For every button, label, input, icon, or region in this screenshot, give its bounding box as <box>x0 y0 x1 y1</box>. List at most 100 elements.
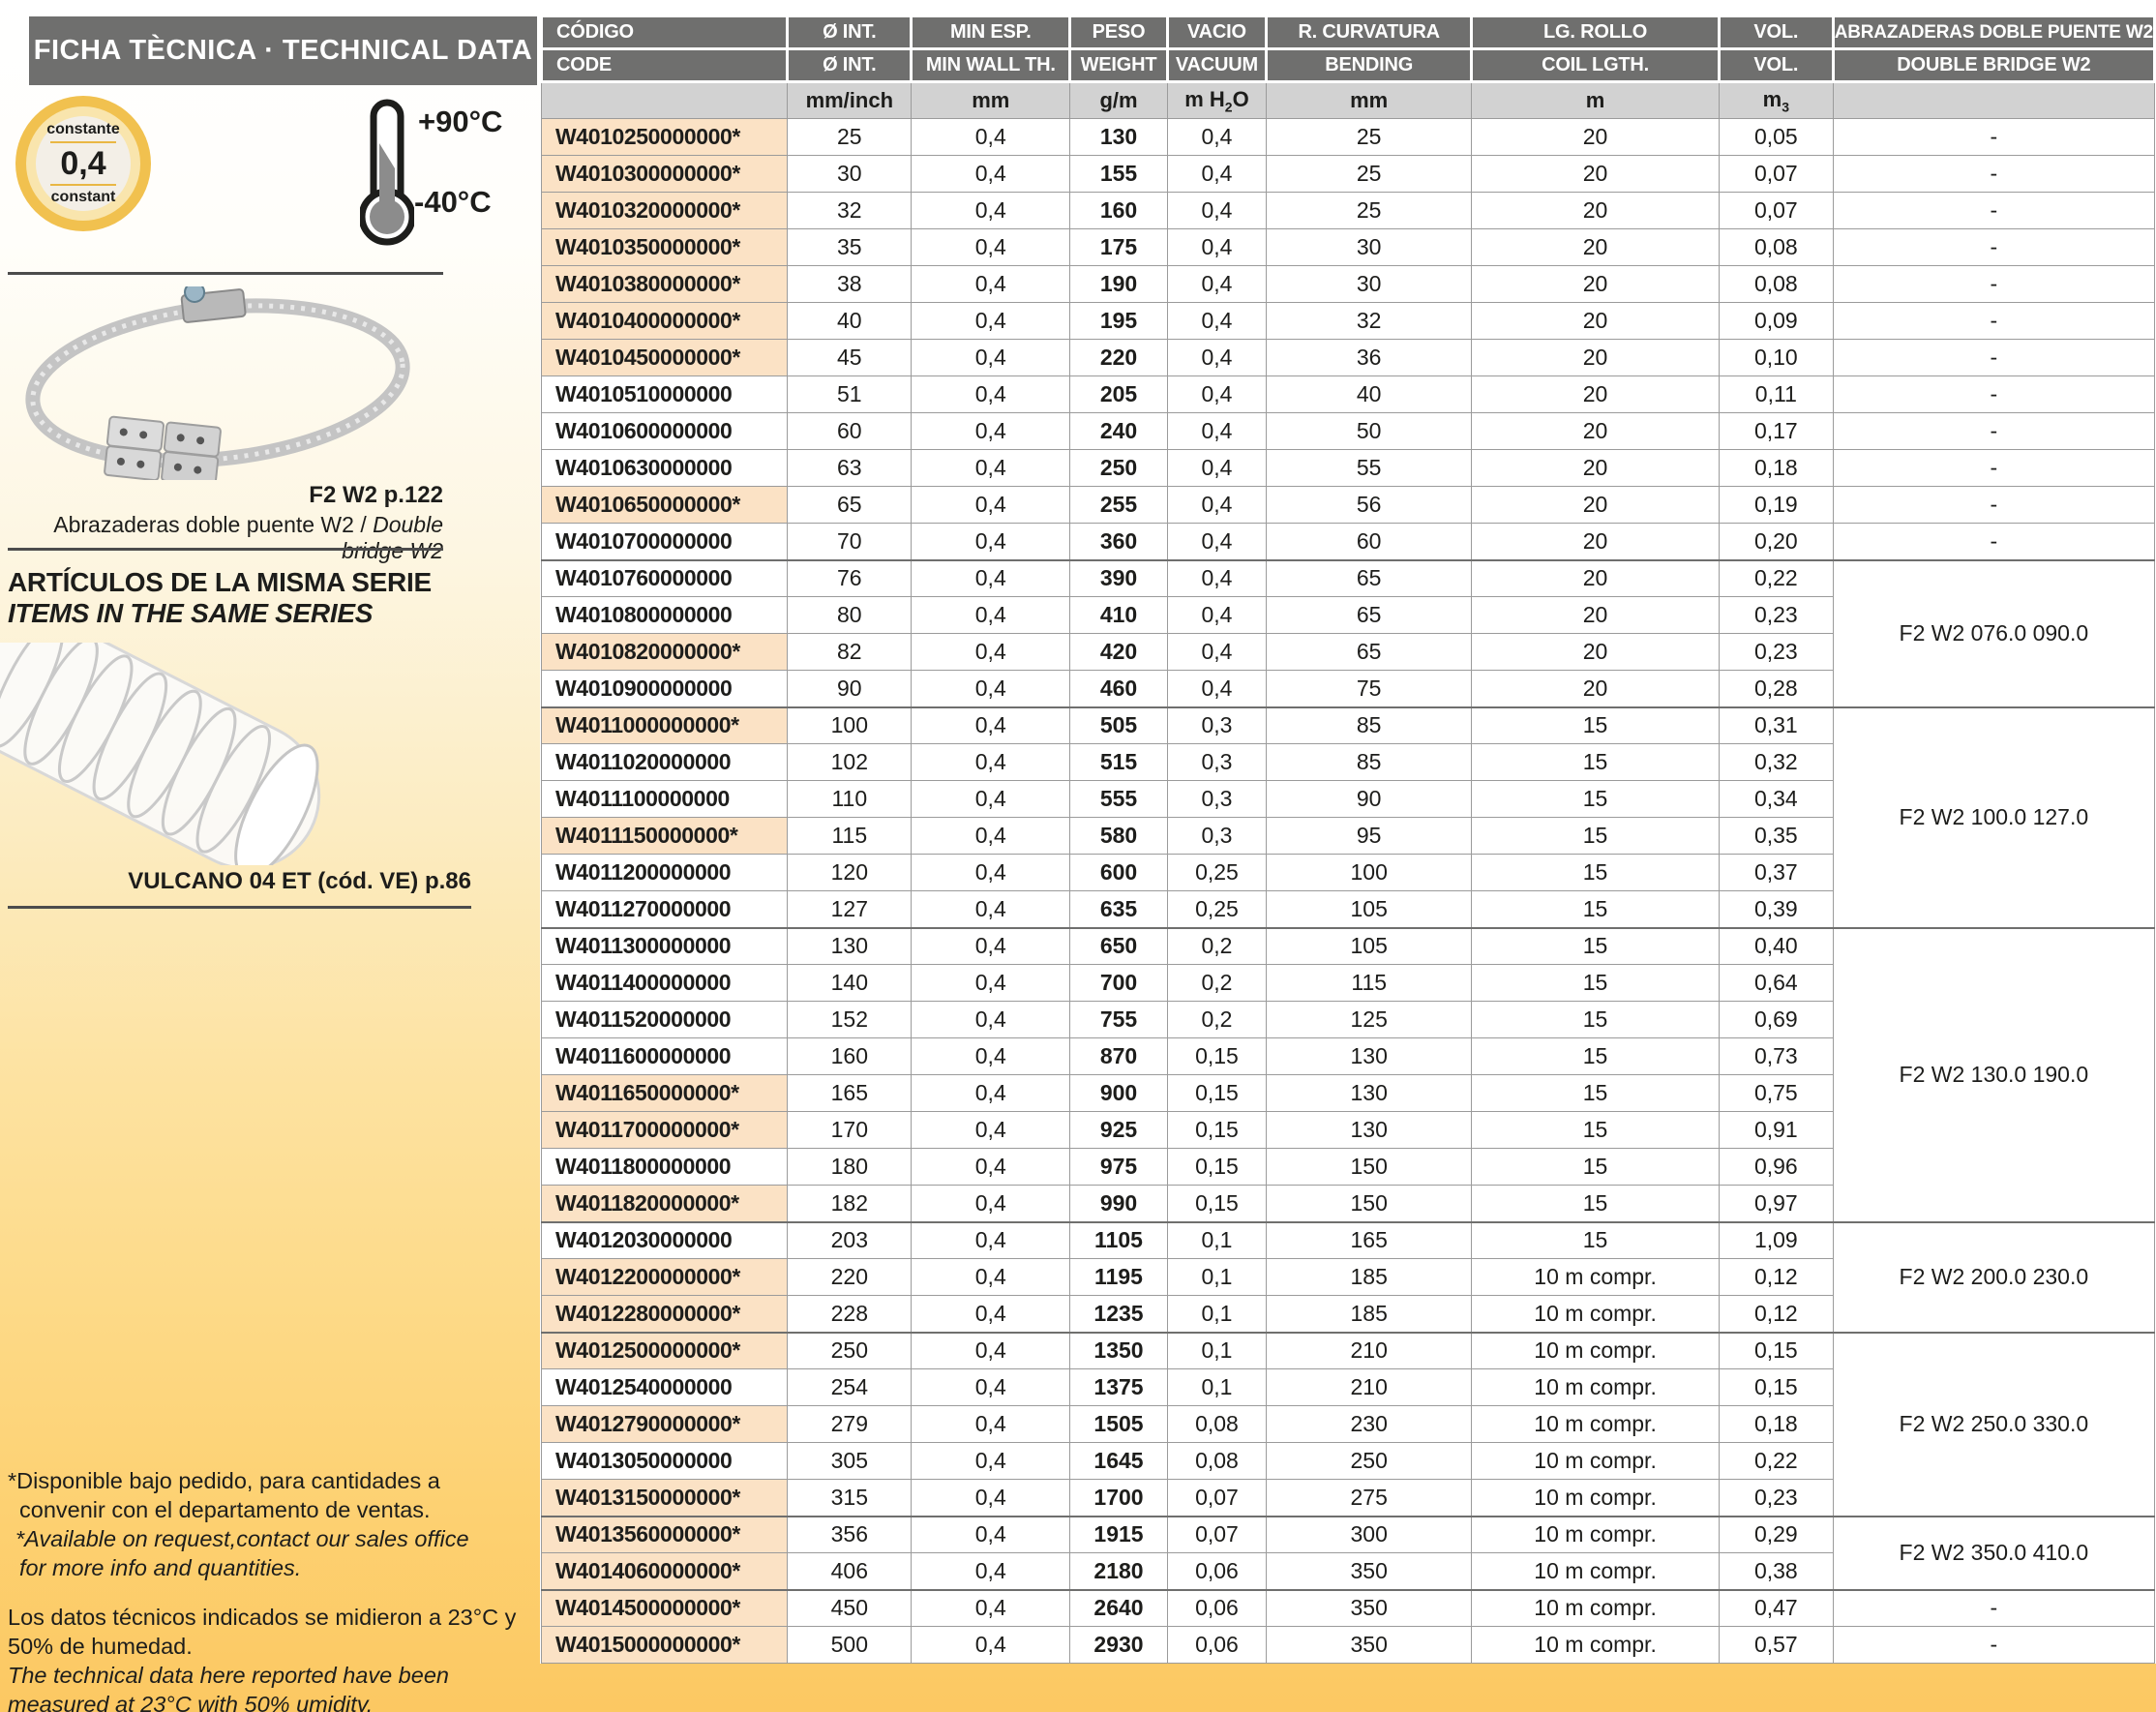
clamp-ref-title: F2 W2 p.122 <box>8 482 443 509</box>
cell-vol: 0,31 <box>1719 707 1833 744</box>
table-row: W4010350000000*350,41750,430200,08- <box>542 229 2155 266</box>
constant-badge-ring: constante 0,4 constant <box>26 106 140 221</box>
cell-coil: 20 <box>1472 119 1720 156</box>
cell-weight: 195 <box>1070 303 1167 340</box>
unit-volume: m3 <box>1719 82 1833 119</box>
cell-bending: 300 <box>1267 1517 1472 1553</box>
cell-bending: 65 <box>1267 597 1472 634</box>
table-row: W4010250000000*250,41300,425200,05- <box>542 119 2155 156</box>
cell-diameter: 80 <box>788 597 912 634</box>
col-header-codigo: CÓDIGO <box>542 16 788 49</box>
cell-diameter: 60 <box>788 413 912 450</box>
cell-vacuum: 0,25 <box>1167 855 1267 891</box>
cell-coil: 10 m compr. <box>1472 1627 1720 1664</box>
cell-code: W4012500000000* <box>542 1333 788 1369</box>
cell-vacuum: 0,4 <box>1167 156 1267 193</box>
page-title: FICHA TÈCNICA · TECHNICAL DATA <box>29 16 537 85</box>
cell-diameter: 254 <box>788 1369 912 1406</box>
cell-code: W4011800000000 <box>542 1149 788 1186</box>
col-header-coil-length: COIL LGTH. <box>1472 49 1720 82</box>
cell-weight: 1235 <box>1070 1296 1167 1333</box>
unit-code <box>542 82 788 119</box>
cell-diameter: 279 <box>788 1406 912 1443</box>
cell-wall: 0,4 <box>912 671 1070 707</box>
cell-vacuum: 0,1 <box>1167 1259 1267 1296</box>
cell-diameter: 38 <box>788 266 912 303</box>
cell-vacuum: 0,08 <box>1167 1443 1267 1480</box>
cell-bending: 210 <box>1267 1369 1472 1406</box>
cell-code: W4011150000000* <box>542 818 788 855</box>
cell-vol: 0,07 <box>1719 193 1833 229</box>
cell-weight: 1375 <box>1070 1369 1167 1406</box>
cell-code: W4011020000000 <box>542 744 788 781</box>
cell-weight: 515 <box>1070 744 1167 781</box>
cell-wall: 0,4 <box>912 744 1070 781</box>
cell-code: W4013150000000* <box>542 1480 788 1517</box>
cell-bending: 40 <box>1267 376 1472 413</box>
cell-coil: 15 <box>1472 1038 1720 1075</box>
cell-wall: 0,4 <box>912 781 1070 818</box>
cell-bridge: - <box>1833 1590 2154 1627</box>
cell-code: W4010800000000 <box>542 597 788 634</box>
cell-vacuum: 0,08 <box>1167 1406 1267 1443</box>
cell-coil: 15 <box>1472 1075 1720 1112</box>
cell-vacuum: 0,15 <box>1167 1075 1267 1112</box>
cell-bending: 150 <box>1267 1149 1472 1186</box>
cell-bending: 25 <box>1267 156 1472 193</box>
cell-code: W4011300000000 <box>542 928 788 965</box>
cell-vacuum: 0,1 <box>1167 1333 1267 1369</box>
cell-wall: 0,4 <box>912 634 1070 671</box>
cell-vol: 0,22 <box>1719 560 1833 597</box>
cell-bending: 75 <box>1267 671 1472 707</box>
cell-code: W4010600000000 <box>542 413 788 450</box>
cell-bridge: - <box>1833 1627 2154 1664</box>
cell-wall: 0,4 <box>912 1553 1070 1590</box>
units-row: mm/inch mm g/m m H2O mm m m3 <box>542 82 2155 119</box>
cell-vol: 0,64 <box>1719 965 1833 1002</box>
cell-vacuum: 0,1 <box>1167 1369 1267 1406</box>
footnote-line: Los datos técnicos indicados se midieron… <box>8 1604 530 1633</box>
cell-code: W4010400000000* <box>542 303 788 340</box>
cell-coil: 15 <box>1472 781 1720 818</box>
cell-code: W4010900000000 <box>542 671 788 707</box>
cell-coil: 15 <box>1472 707 1720 744</box>
cell-diameter: 152 <box>788 1002 912 1038</box>
cell-wall: 0,4 <box>912 487 1070 524</box>
cell-weight: 240 <box>1070 413 1167 450</box>
cell-weight: 580 <box>1070 818 1167 855</box>
cell-wall: 0,4 <box>912 1149 1070 1186</box>
cell-vol: 0,08 <box>1719 229 1833 266</box>
cell-diameter: 40 <box>788 303 912 340</box>
cell-coil: 20 <box>1472 524 1720 560</box>
table-row: W4010400000000*400,41950,432200,09- <box>542 303 2155 340</box>
cell-wall: 0,4 <box>912 1443 1070 1480</box>
cell-code: W4011000000000* <box>542 707 788 744</box>
cell-vol: 0,91 <box>1719 1112 1833 1149</box>
cell-vacuum: 0,4 <box>1167 560 1267 597</box>
cell-coil: 10 m compr. <box>1472 1590 1720 1627</box>
unit-vacuum: m H2O <box>1167 82 1267 119</box>
cell-vol: 1,09 <box>1719 1222 1833 1259</box>
col-header-vacio: VACIO <box>1167 16 1267 49</box>
cell-bending: 50 <box>1267 413 1472 450</box>
cell-wall: 0,4 <box>912 560 1070 597</box>
cell-bridge: - <box>1833 229 2154 266</box>
footnote-line: for more info and quantities. <box>8 1554 530 1583</box>
cell-vol: 0,47 <box>1719 1590 1833 1627</box>
cell-bending: 105 <box>1267 928 1472 965</box>
cell-bridge: - <box>1833 266 2154 303</box>
footnote-line: measured at 23°C with 50% umidity. <box>8 1691 530 1712</box>
cell-bending: 350 <box>1267 1590 1472 1627</box>
col-header-min-wall: MIN WALL TH. <box>912 49 1070 82</box>
cell-wall: 0,4 <box>912 1406 1070 1443</box>
cell-code: W4010510000000 <box>542 376 788 413</box>
cell-weight: 870 <box>1070 1038 1167 1075</box>
cell-wall: 0,4 <box>912 1627 1070 1664</box>
cell-bending: 60 <box>1267 524 1472 560</box>
cell-code: W4012790000000* <box>542 1406 788 1443</box>
cell-diameter: 203 <box>788 1222 912 1259</box>
cell-vacuum: 0,06 <box>1167 1627 1267 1664</box>
cell-wall: 0,4 <box>912 1480 1070 1517</box>
cell-code: W4011400000000 <box>542 965 788 1002</box>
cell-vacuum: 0,06 <box>1167 1553 1267 1590</box>
